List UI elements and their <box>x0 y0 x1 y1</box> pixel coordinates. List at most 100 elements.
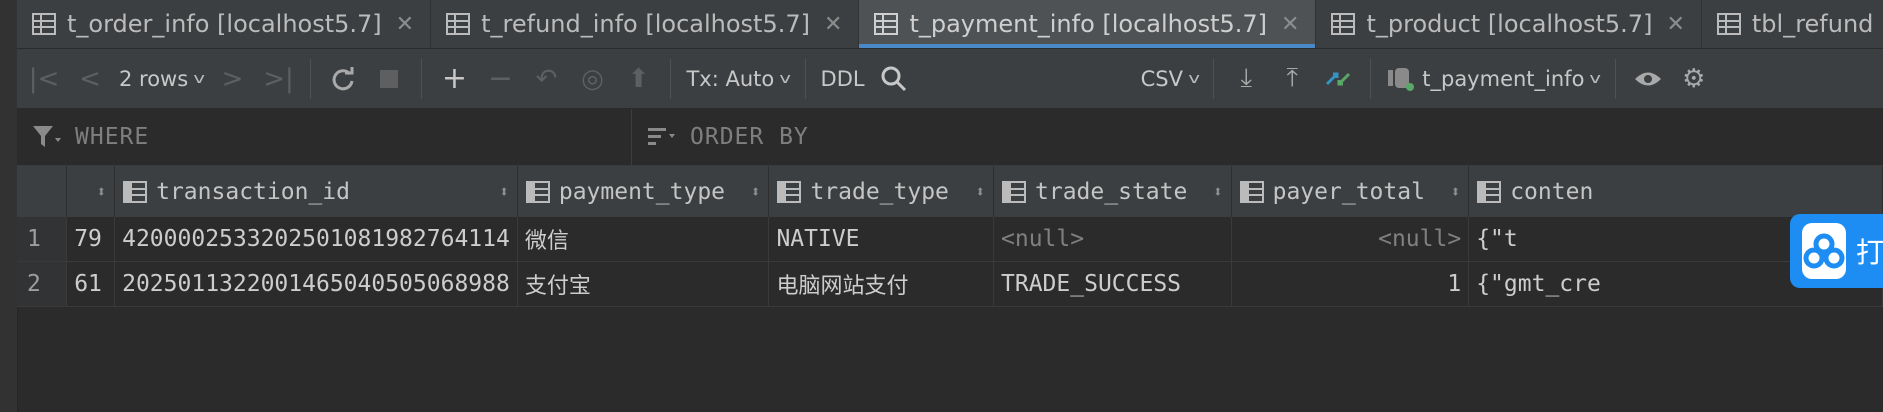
column-icon <box>1002 180 1027 203</box>
refresh-icon[interactable] <box>324 59 362 99</box>
tab-t-refund-info[interactable]: t_refund_info [localhost5.7] ✕ <box>431 0 860 48</box>
toolbar-separator <box>804 58 806 99</box>
add-row-icon[interactable]: + <box>435 59 473 99</box>
toolbar-separator <box>310 58 312 99</box>
cell-trade-type[interactable]: NATIVE <box>768 217 995 262</box>
where-filter-field[interactable]: WHERE <box>17 109 632 165</box>
column-header-content[interactable]: conten <box>1468 166 1883 217</box>
revert-icon[interactable]: ↶ <box>527 59 565 99</box>
chevron-down-icon: v <box>193 70 206 87</box>
first-page-icon[interactable]: |< <box>25 59 63 99</box>
next-page-icon[interactable]: > <box>213 59 251 99</box>
chevron-down-icon: v <box>1589 70 1602 87</box>
tab-label: tbl_refund [lo <box>1751 10 1883 38</box>
datasource-label: t_payment_info <box>1422 66 1585 91</box>
table-row[interactable]: 1 79 4200002533202501081982764114 微信 NAT… <box>17 217 1883 262</box>
view-changes-icon[interactable]: ◎ <box>573 59 611 99</box>
upload-icon[interactable]: ⤒ <box>1273 59 1311 99</box>
eye-glyph <box>1634 72 1661 85</box>
tab-tbl-refund[interactable]: tbl_refund [lo <box>1702 0 1883 48</box>
stop-glyph <box>380 69 399 88</box>
datasource-selector[interactable]: t_payment_info v <box>1380 59 1605 99</box>
cloud-glyph <box>1803 233 1845 269</box>
datasource-icon <box>1388 67 1415 91</box>
cell-id[interactable]: 79 <box>66 217 116 262</box>
sort-icon[interactable]: ⬍ <box>751 182 761 201</box>
table-row[interactable]: 2 61 2025011322001465040505068988 支付宝 电脑… <box>17 261 1883 307</box>
compare-glyph <box>1326 72 1351 85</box>
data-editor-toolbar: |< < 2 rows v > >| + − ↶ ◎ ⬆ Tx: Auto v DD… <box>17 49 1883 109</box>
download-icon[interactable]: ⤓ <box>1227 59 1265 99</box>
previous-page-icon[interactable]: < <box>71 59 109 99</box>
tab-label: t_payment_info [localhost5.7] <box>909 10 1268 38</box>
export-format-selector[interactable]: CSV v <box>1135 59 1205 99</box>
toolbar-separator <box>1370 58 1372 99</box>
cell-payment-type[interactable]: 支付宝 <box>517 261 770 307</box>
cell-payment-type[interactable]: 微信 <box>517 217 770 262</box>
column-header-label: transaction_id <box>156 178 350 205</box>
floating-assistant-widget[interactable]: 打 <box>1790 214 1883 288</box>
column-header-label: conten <box>1510 178 1594 205</box>
stop-icon[interactable] <box>370 59 408 99</box>
close-icon[interactable]: ✕ <box>396 12 414 37</box>
sort-lines-icon <box>648 128 675 145</box>
column-header-label: payer_total <box>1272 178 1425 205</box>
cell-payer-total[interactable]: <null> <box>1231 217 1470 262</box>
export-format-label: CSV <box>1140 66 1183 91</box>
cell-transaction-id[interactable]: 4200002533202501081982764114 <box>114 217 518 262</box>
submit-icon[interactable]: ⬆ <box>619 59 657 99</box>
tab-label: t_product [localhost5.7] <box>1366 10 1653 38</box>
delete-row-icon[interactable]: − <box>481 59 519 99</box>
left-gutter <box>0 0 18 412</box>
filter-bar: WHERE ORDER BY <box>17 109 1883 166</box>
tab-t-product[interactable]: t_product [localhost5.7] ✕ <box>1316 0 1702 48</box>
tab-label: t_refund_info [localhost5.7] <box>481 10 810 38</box>
where-label: WHERE <box>75 124 150 150</box>
column-header-trade-state[interactable]: trade_state ⬍ <box>993 166 1232 217</box>
order-by-field[interactable]: ORDER BY <box>632 109 809 165</box>
cell-id[interactable]: 61 <box>66 261 116 307</box>
cell-trade-type[interactable]: 电脑网站支付 <box>768 261 995 307</box>
close-icon[interactable]: ✕ <box>824 12 842 37</box>
tab-t-payment-info[interactable]: t_payment_info [localhost5.7] ✕ <box>859 0 1317 48</box>
sort-icon[interactable]: ⬍ <box>975 182 985 201</box>
result-table: ⬍ transaction_id ⬍ payment_type ⬍ trade_ty… <box>17 166 1883 307</box>
column-header-trade-type[interactable]: trade_type ⬍ <box>768 166 995 217</box>
gear-icon[interactable]: ⚙ <box>1675 59 1713 99</box>
chevron-down-icon: v <box>1188 70 1200 87</box>
header-row: ⬍ transaction_id ⬍ payment_type ⬍ trade_ty… <box>17 166 1883 217</box>
column-header-payer-total[interactable]: payer_total ⬍ <box>1231 166 1470 217</box>
chevron-down-icon: v <box>779 70 792 87</box>
last-page-icon[interactable]: >| <box>259 59 297 99</box>
column-icon <box>1239 180 1264 203</box>
column-header-id[interactable]: ⬍ <box>66 166 116 217</box>
rows-count-selector[interactable]: 2 rows v <box>113 59 209 99</box>
column-header-transaction-id[interactable]: transaction_id ⬍ <box>114 166 518 217</box>
cell-payer-total[interactable]: 1 <box>1231 261 1470 307</box>
column-icon <box>1477 180 1502 203</box>
floating-widget-text: 打 <box>1856 236 1883 269</box>
compare-icon[interactable] <box>1319 59 1357 99</box>
transaction-mode-selector[interactable]: Tx: Auto v <box>680 59 795 99</box>
search-icon[interactable] <box>875 59 913 99</box>
close-icon[interactable]: ✕ <box>1281 12 1299 37</box>
close-icon[interactable]: ✕ <box>1666 12 1684 37</box>
cell-transaction-id[interactable]: 2025011322001465040505068988 <box>114 261 518 307</box>
sort-icon[interactable]: ⬍ <box>1451 182 1461 201</box>
toolbar-separator <box>1213 58 1215 99</box>
column-header-payment-type[interactable]: payment_type ⬍ <box>517 166 770 217</box>
ddl-button[interactable]: DDL <box>815 59 871 99</box>
tab-t-order-info[interactable]: t_order_info [localhost5.7] ✕ <box>17 0 432 48</box>
table-icon <box>446 13 471 35</box>
eye-icon[interactable] <box>1629 59 1667 99</box>
column-icon <box>777 180 802 203</box>
sort-icon[interactable]: ⬍ <box>1213 182 1223 201</box>
search-glyph <box>881 66 906 91</box>
cell-trade-state[interactable]: TRADE_SUCCESS <box>993 261 1232 307</box>
refresh-glyph <box>333 66 354 90</box>
cell-trade-state[interactable]: <null> <box>993 217 1232 262</box>
column-header-label: trade_state <box>1035 178 1188 205</box>
sort-icon[interactable]: ⬍ <box>499 182 509 201</box>
filter-icon <box>33 126 61 147</box>
sort-icon[interactable]: ⬍ <box>96 182 106 201</box>
